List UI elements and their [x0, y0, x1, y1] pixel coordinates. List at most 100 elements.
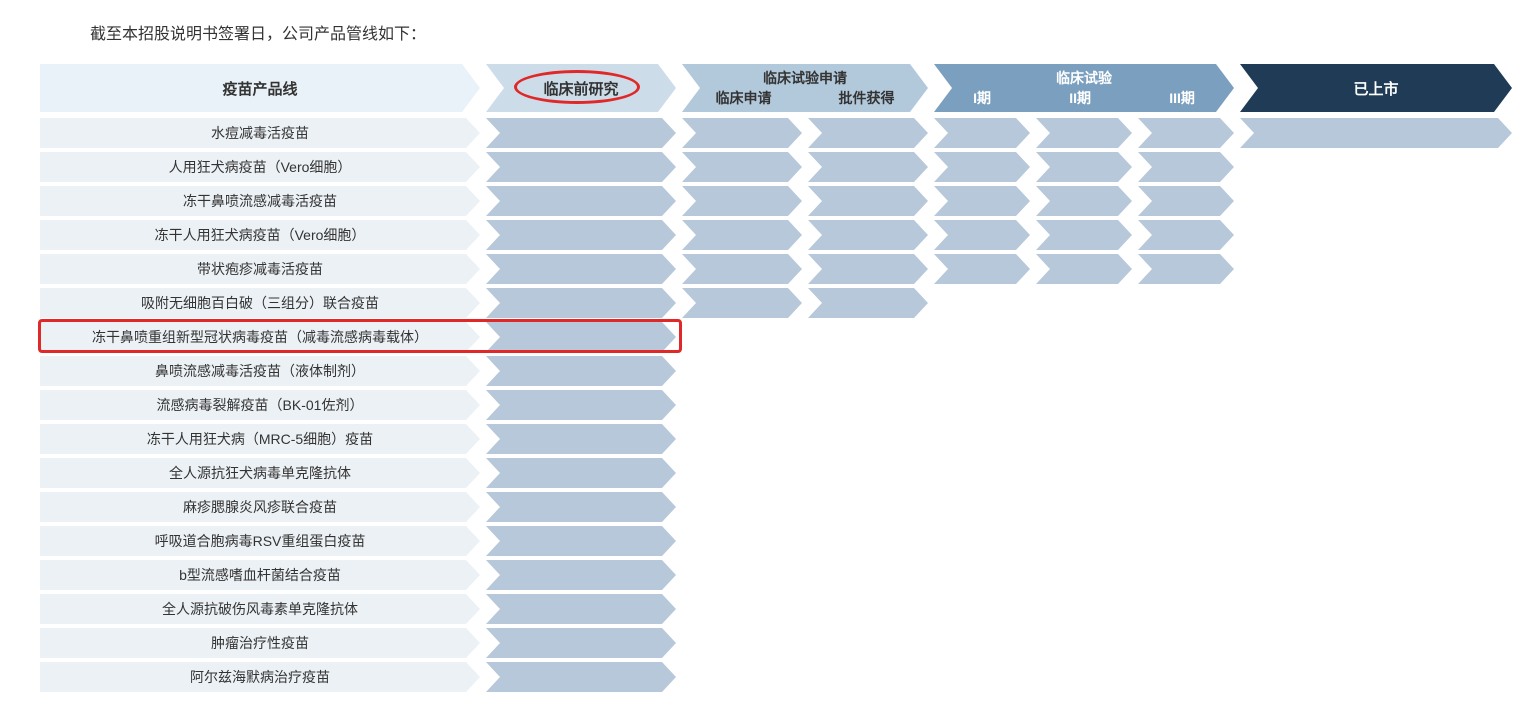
stage-cell [486, 152, 676, 182]
stage-arrow-icon [934, 220, 1030, 250]
stage-cell [486, 594, 676, 624]
stage-arrow-icon [682, 152, 802, 182]
stage-arrow-icon [486, 254, 676, 284]
product-cell: 全人源抗破伤风毒素单克隆抗体 [40, 594, 480, 624]
header-apply-sub1-label: 临床申请 [716, 88, 772, 108]
stage-arrow-icon [682, 254, 802, 284]
pipeline-row: 阿尔兹海默病治疗疫苗 [40, 662, 1480, 692]
product-name: 冻干人用狂犬病（MRC-5细胞）疫苗 [40, 424, 480, 454]
stage-cell [934, 220, 1030, 250]
stage-arrow-icon [808, 186, 928, 216]
stage-cell [486, 424, 676, 454]
stage-arrow-icon [682, 118, 802, 148]
pipeline-row: 冻干人用狂犬病疫苗（Vero细胞） [40, 220, 1480, 250]
stage-cell [682, 186, 802, 216]
stage-arrow-icon [486, 594, 676, 624]
stage-cell [808, 254, 928, 284]
product-name: 冻干人用狂犬病疫苗（Vero细胞） [40, 220, 480, 250]
stage-arrow-icon [1138, 220, 1234, 250]
header-phase1-label: I期 [973, 88, 991, 108]
stage-arrow-icon [1138, 118, 1234, 148]
header-row: 疫苗产品线 临床前研究 临床试验申请 临床申请 批件获得 临床试验 [40, 64, 1480, 112]
stage-cell [486, 356, 676, 386]
stage-arrow-icon [1036, 220, 1132, 250]
stage-arrow-icon [486, 322, 676, 352]
stage-arrow-icon [486, 492, 676, 522]
stage-arrow-icon [808, 220, 928, 250]
stage-cell [486, 220, 676, 250]
product-cell: 肿瘤治疗性疫苗 [40, 628, 480, 658]
pipeline-row: 冻干鼻喷重组新型冠状病毒疫苗（减毒流感病毒载体） [40, 322, 1480, 352]
product-name: 鼻喷流感减毒活疫苗（液体制剂） [40, 356, 480, 386]
stage-arrow-icon [808, 118, 928, 148]
stage-cell [1138, 220, 1234, 250]
stage-arrow-icon [1138, 152, 1234, 182]
stage-cell [808, 288, 928, 318]
stage-arrow-icon [934, 118, 1030, 148]
product-cell: 呼吸道合胞病毒RSV重组蛋白疫苗 [40, 526, 480, 556]
pipeline-row: 吸附无细胞百白破（三组分）联合疫苗 [40, 288, 1480, 318]
pipeline-row: 鼻喷流感减毒活疫苗（液体制剂） [40, 356, 1480, 386]
product-cell: 麻疹腮腺炎风疹联合疫苗 [40, 492, 480, 522]
stage-arrow-icon [682, 220, 802, 250]
stage-cell [934, 152, 1030, 182]
stage-arrow-icon [1036, 254, 1132, 284]
product-name: 吸附无细胞百白破（三组分）联合疫苗 [40, 288, 480, 318]
stage-arrow-icon [808, 152, 928, 182]
intro-text: 截至本招股说明书签署日，公司产品管线如下： [90, 20, 1473, 44]
stage-cell [486, 186, 676, 216]
pipeline-row: b型流感嗜血杆菌结合疫苗 [40, 560, 1480, 590]
stage-arrow-icon [808, 288, 928, 318]
stage-cell [934, 118, 1030, 148]
stage-cell [486, 118, 676, 148]
stage-arrow-icon [934, 254, 1030, 284]
stage-cell [486, 628, 676, 658]
header-apply: 临床试验申请 临床申请 批件获得 [682, 64, 928, 112]
product-cell: b型流感嗜血杆菌结合疫苗 [40, 560, 480, 590]
product-cell: 水痘减毒活疫苗 [40, 118, 480, 148]
stage-cell [486, 390, 676, 420]
product-cell: 阿尔兹海默病治疗疫苗 [40, 662, 480, 692]
stage-cell [1138, 118, 1234, 148]
stage-cell [486, 458, 676, 488]
stage-arrow-icon [934, 152, 1030, 182]
product-name: 带状疱疹减毒活疫苗 [40, 254, 480, 284]
stage-cell [1138, 186, 1234, 216]
product-cell: 冻干鼻喷流感减毒活疫苗 [40, 186, 480, 216]
header-trial: 临床试验 I期 II期 III期 [934, 64, 1234, 112]
stage-arrow-icon [486, 628, 676, 658]
pipeline-row: 流感病毒裂解疫苗（BK-01佐剂） [40, 390, 1480, 420]
pipeline-row: 麻疹腮腺炎风疹联合疫苗 [40, 492, 1480, 522]
pipeline-row: 全人源抗破伤风毒素单克隆抗体 [40, 594, 1480, 624]
pipeline-row: 呼吸道合胞病毒RSV重组蛋白疫苗 [40, 526, 1480, 556]
stage-cell [808, 152, 928, 182]
stage-cell [1240, 118, 1512, 148]
stage-arrow-icon [1036, 186, 1132, 216]
product-cell: 带状疱疹减毒活疫苗 [40, 254, 480, 284]
stage-arrow-icon [682, 288, 802, 318]
header-apply-sub2-label: 批件获得 [839, 88, 895, 108]
product-name: 肿瘤治疗性疫苗 [40, 628, 480, 658]
header-trial-group-label: 临床试验 [1056, 68, 1112, 88]
header-phase2-label: II期 [1069, 88, 1091, 108]
product-cell: 鼻喷流感减毒活疫苗（液体制剂） [40, 356, 480, 386]
stage-arrow-icon [808, 254, 928, 284]
stage-cell [1036, 220, 1132, 250]
stage-cell [1036, 186, 1132, 216]
product-cell: 冻干鼻喷重组新型冠状病毒疫苗（减毒流感病毒载体） [40, 322, 480, 352]
header-phase3-label: III期 [1169, 88, 1195, 108]
stage-cell [682, 152, 802, 182]
header-preclinical: 临床前研究 [486, 64, 676, 112]
product-name: 全人源抗狂犬病毒单克隆抗体 [40, 458, 480, 488]
product-name: 阿尔兹海默病治疗疫苗 [40, 662, 480, 692]
stage-cell [1138, 254, 1234, 284]
stage-arrow-icon [486, 390, 676, 420]
stage-cell [808, 220, 928, 250]
pipeline-row: 肿瘤治疗性疫苗 [40, 628, 1480, 658]
pipeline-row: 冻干鼻喷流感减毒活疫苗 [40, 186, 1480, 216]
stage-arrow-icon [1036, 152, 1132, 182]
product-name: 流感病毒裂解疫苗（BK-01佐剂） [40, 390, 480, 420]
product-cell: 流感病毒裂解疫苗（BK-01佐剂） [40, 390, 480, 420]
header-product: 疫苗产品线 [40, 64, 480, 112]
stage-arrow-icon [1036, 118, 1132, 148]
